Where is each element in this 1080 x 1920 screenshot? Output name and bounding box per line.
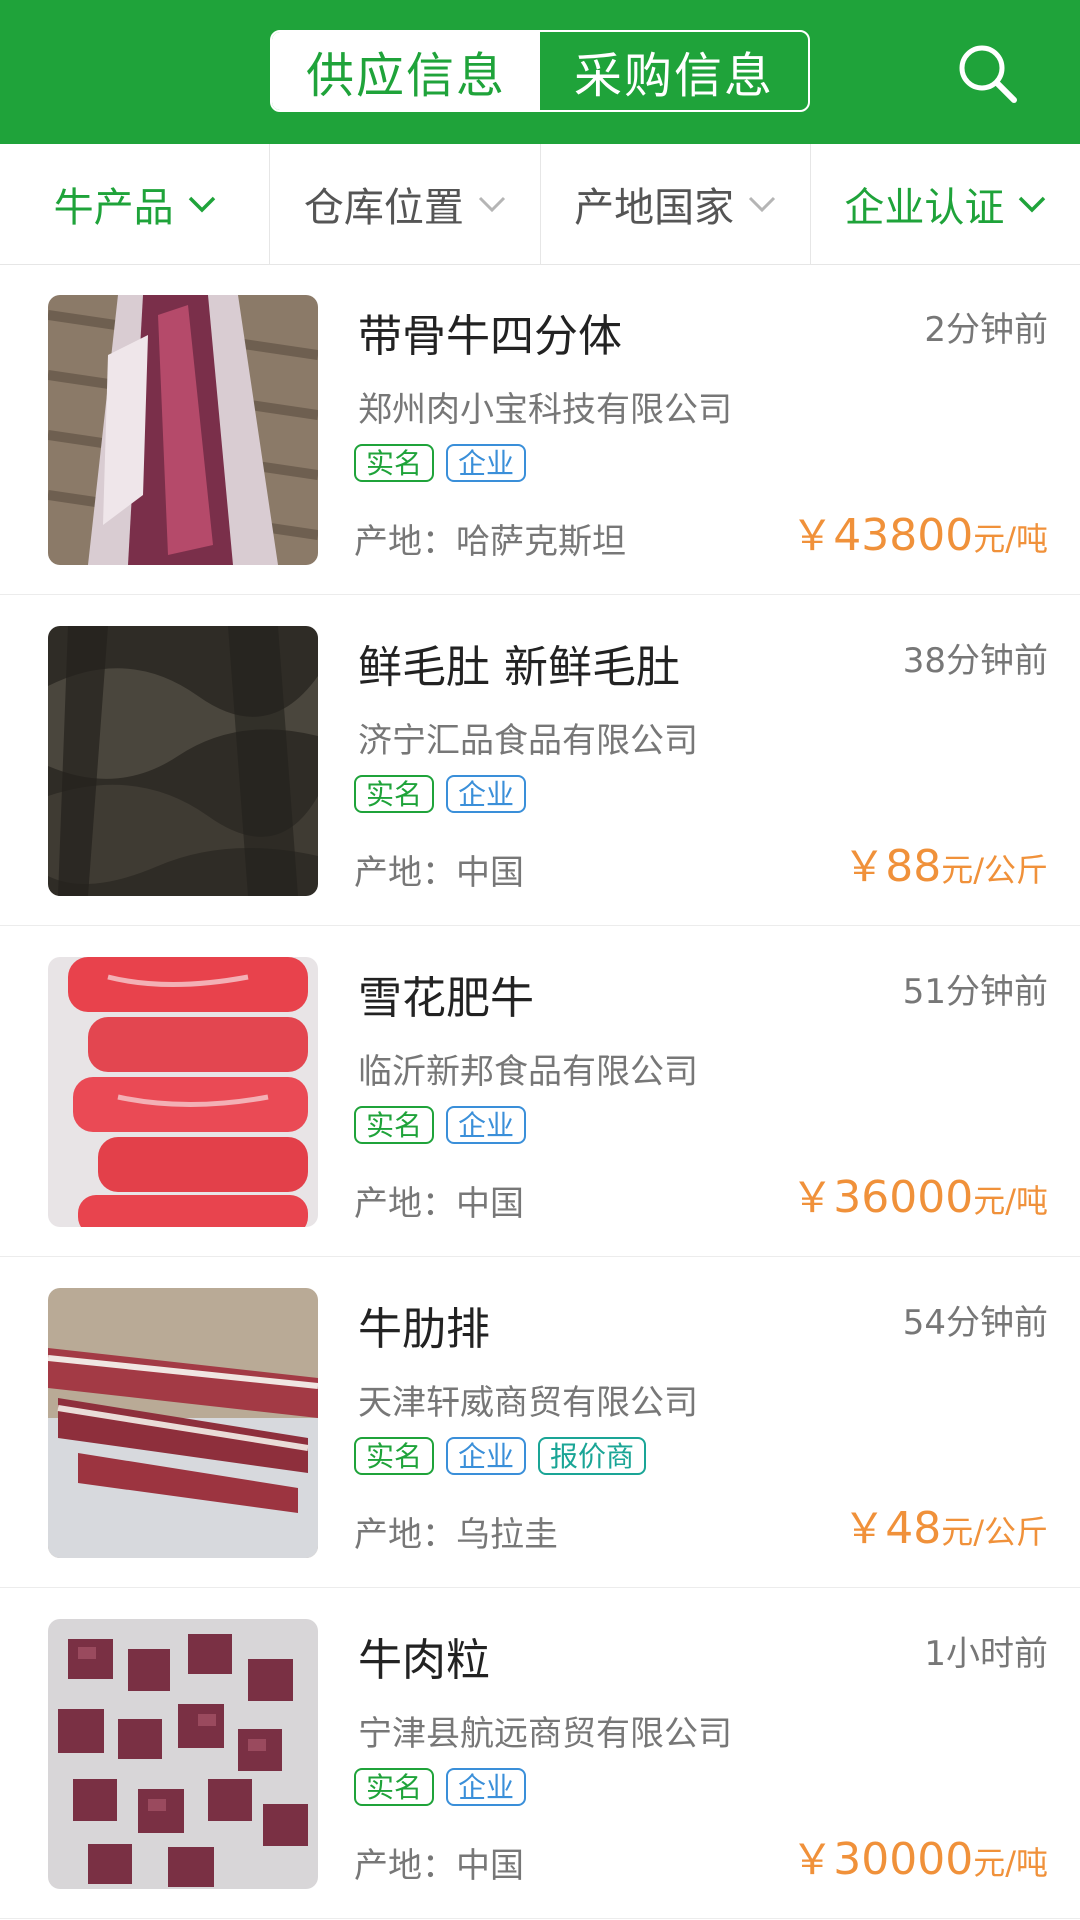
product-title: 带骨牛四分体 bbox=[358, 311, 622, 362]
product-image bbox=[48, 1619, 318, 1889]
supply-demand-segmented-control: 供应信息 采购信息 bbox=[270, 30, 810, 112]
supply-list: 带骨牛四分体 2分钟前 郑州肉小宝科技有限公司 实名 企业 产地：哈萨克斯坦 ￥… bbox=[0, 264, 1080, 1919]
origin-text: 产地：中国 bbox=[354, 1846, 524, 1886]
chevron-down-icon bbox=[749, 196, 776, 213]
top-app-bar: 供应信息 采购信息 bbox=[0, 0, 1080, 144]
filter-origin-country[interactable]: 产地国家 bbox=[541, 144, 811, 264]
price-unit: 元/公斤 bbox=[941, 1513, 1048, 1551]
company-badge: 企业 bbox=[446, 775, 527, 813]
realname-badge: 实名 bbox=[354, 444, 435, 482]
price-currency: ￥ bbox=[791, 1173, 834, 1222]
list-item[interactable]: 带骨牛四分体 2分钟前 郑州肉小宝科技有限公司 实名 企业 产地：哈萨克斯坦 ￥… bbox=[0, 264, 1080, 595]
realname-badge: 实名 bbox=[354, 1768, 435, 1806]
company-name: 临沂新邦食品有限公司 bbox=[358, 1052, 698, 1092]
realname-badge: 实名 bbox=[354, 775, 435, 813]
price: ￥88元/公斤 bbox=[843, 833, 1048, 894]
filter-label: 产地国家 bbox=[574, 185, 735, 231]
price-unit: 元/公斤 bbox=[941, 851, 1048, 889]
list-item[interactable]: 鲜毛肚 新鲜毛肚 38分钟前 济宁汇品食品有限公司 实名 企业 产地：中国 ￥8… bbox=[0, 595, 1080, 926]
list-item[interactable]: 牛肋排 54分钟前 天津轩威商贸有限公司 实名 企业 报价商 产地：乌拉圭 ￥4… bbox=[0, 1257, 1080, 1588]
price: ￥48元/公斤 bbox=[843, 1495, 1048, 1556]
filter-label: 仓库位置 bbox=[303, 185, 464, 231]
price-value: 48 bbox=[885, 1503, 942, 1554]
company-name: 宁津县航远商贸有限公司 bbox=[358, 1714, 732, 1754]
price-unit: 元/吨 bbox=[973, 1844, 1048, 1882]
price-currency: ￥ bbox=[791, 511, 834, 560]
tab-purchase-info[interactable]: 采购信息 bbox=[540, 32, 808, 110]
origin-text: 产地：中国 bbox=[354, 853, 524, 893]
tab-supply-info[interactable]: 供应信息 bbox=[272, 32, 540, 110]
realname-badge: 实名 bbox=[354, 1437, 435, 1475]
price: ￥30000元/吨 bbox=[791, 1826, 1048, 1887]
company-name: 郑州肉小宝科技有限公司 bbox=[358, 390, 732, 430]
filter-warehouse-location[interactable]: 仓库位置 bbox=[270, 144, 541, 264]
list-item[interactable]: 牛肉粒 1小时前 宁津县航远商贸有限公司 实名 企业 产地：中国 ￥30000元… bbox=[0, 1588, 1080, 1919]
search-icon[interactable] bbox=[952, 38, 1024, 110]
company-badge: 企业 bbox=[446, 1768, 527, 1806]
price-currency: ￥ bbox=[791, 1835, 834, 1884]
cert-badges: 实名 企业 报价商 bbox=[354, 1437, 658, 1475]
product-image bbox=[48, 957, 318, 1227]
company-badge: 企业 bbox=[446, 1437, 527, 1475]
origin-text: 产地：哈萨克斯坦 bbox=[354, 522, 626, 562]
post-time: 2分钟前 bbox=[924, 310, 1048, 350]
product-title: 牛肉粒 bbox=[358, 1635, 490, 1686]
price-value: 88 bbox=[885, 841, 942, 892]
chevron-down-icon bbox=[188, 196, 215, 213]
filter-label: 牛产品 bbox=[53, 185, 174, 231]
cert-badges: 实名 企业 bbox=[354, 775, 538, 813]
company-badge: 企业 bbox=[446, 444, 527, 482]
filter-label: 企业认证 bbox=[844, 185, 1005, 231]
filter-product-type[interactable]: 牛产品 bbox=[0, 144, 271, 264]
price-unit: 元/吨 bbox=[973, 1182, 1048, 1220]
price-value: 43800 bbox=[833, 510, 974, 561]
product-image bbox=[48, 295, 318, 565]
price-value: 30000 bbox=[833, 1834, 974, 1885]
post-time: 54分钟前 bbox=[902, 1303, 1048, 1343]
price: ￥43800元/吨 bbox=[791, 502, 1048, 563]
product-image bbox=[48, 626, 318, 896]
product-title: 雪花肥牛 bbox=[358, 973, 534, 1024]
product-title: 鲜毛肚 新鲜毛肚 bbox=[358, 642, 680, 693]
cert-badges: 实名 企业 bbox=[354, 1106, 538, 1144]
origin-text: 产地：中国 bbox=[354, 1184, 524, 1224]
realname-badge: 实名 bbox=[354, 1106, 435, 1144]
company-badge: 企业 bbox=[446, 1106, 527, 1144]
list-item[interactable]: 雪花肥牛 51分钟前 临沂新邦食品有限公司 实名 企业 产地：中国 ￥36000… bbox=[0, 926, 1080, 1257]
post-time: 38分钟前 bbox=[902, 641, 1048, 681]
chevron-down-icon bbox=[478, 196, 505, 213]
cert-badges: 实名 企业 bbox=[354, 1768, 538, 1806]
price-value: 36000 bbox=[833, 1172, 974, 1223]
post-time: 51分钟前 bbox=[902, 972, 1048, 1012]
price-currency: ￥ bbox=[843, 1504, 886, 1553]
quoter-badge: 报价商 bbox=[538, 1437, 647, 1475]
filter-bar: 牛产品 仓库位置 产地国家 企业认证 bbox=[0, 144, 1080, 265]
origin-text: 产地：乌拉圭 bbox=[354, 1515, 558, 1555]
company-name: 天津轩威商贸有限公司 bbox=[358, 1383, 698, 1423]
company-name: 济宁汇品食品有限公司 bbox=[358, 721, 698, 761]
product-title: 牛肋排 bbox=[358, 1304, 490, 1355]
price-currency: ￥ bbox=[843, 842, 886, 891]
cert-badges: 实名 企业 bbox=[354, 444, 538, 482]
chevron-down-icon bbox=[1019, 196, 1046, 213]
product-image bbox=[48, 1288, 318, 1558]
filter-company-certification[interactable]: 企业认证 bbox=[811, 144, 1080, 264]
price-unit: 元/吨 bbox=[973, 520, 1048, 558]
price: ￥36000元/吨 bbox=[791, 1164, 1048, 1225]
post-time: 1小时前 bbox=[924, 1634, 1048, 1674]
